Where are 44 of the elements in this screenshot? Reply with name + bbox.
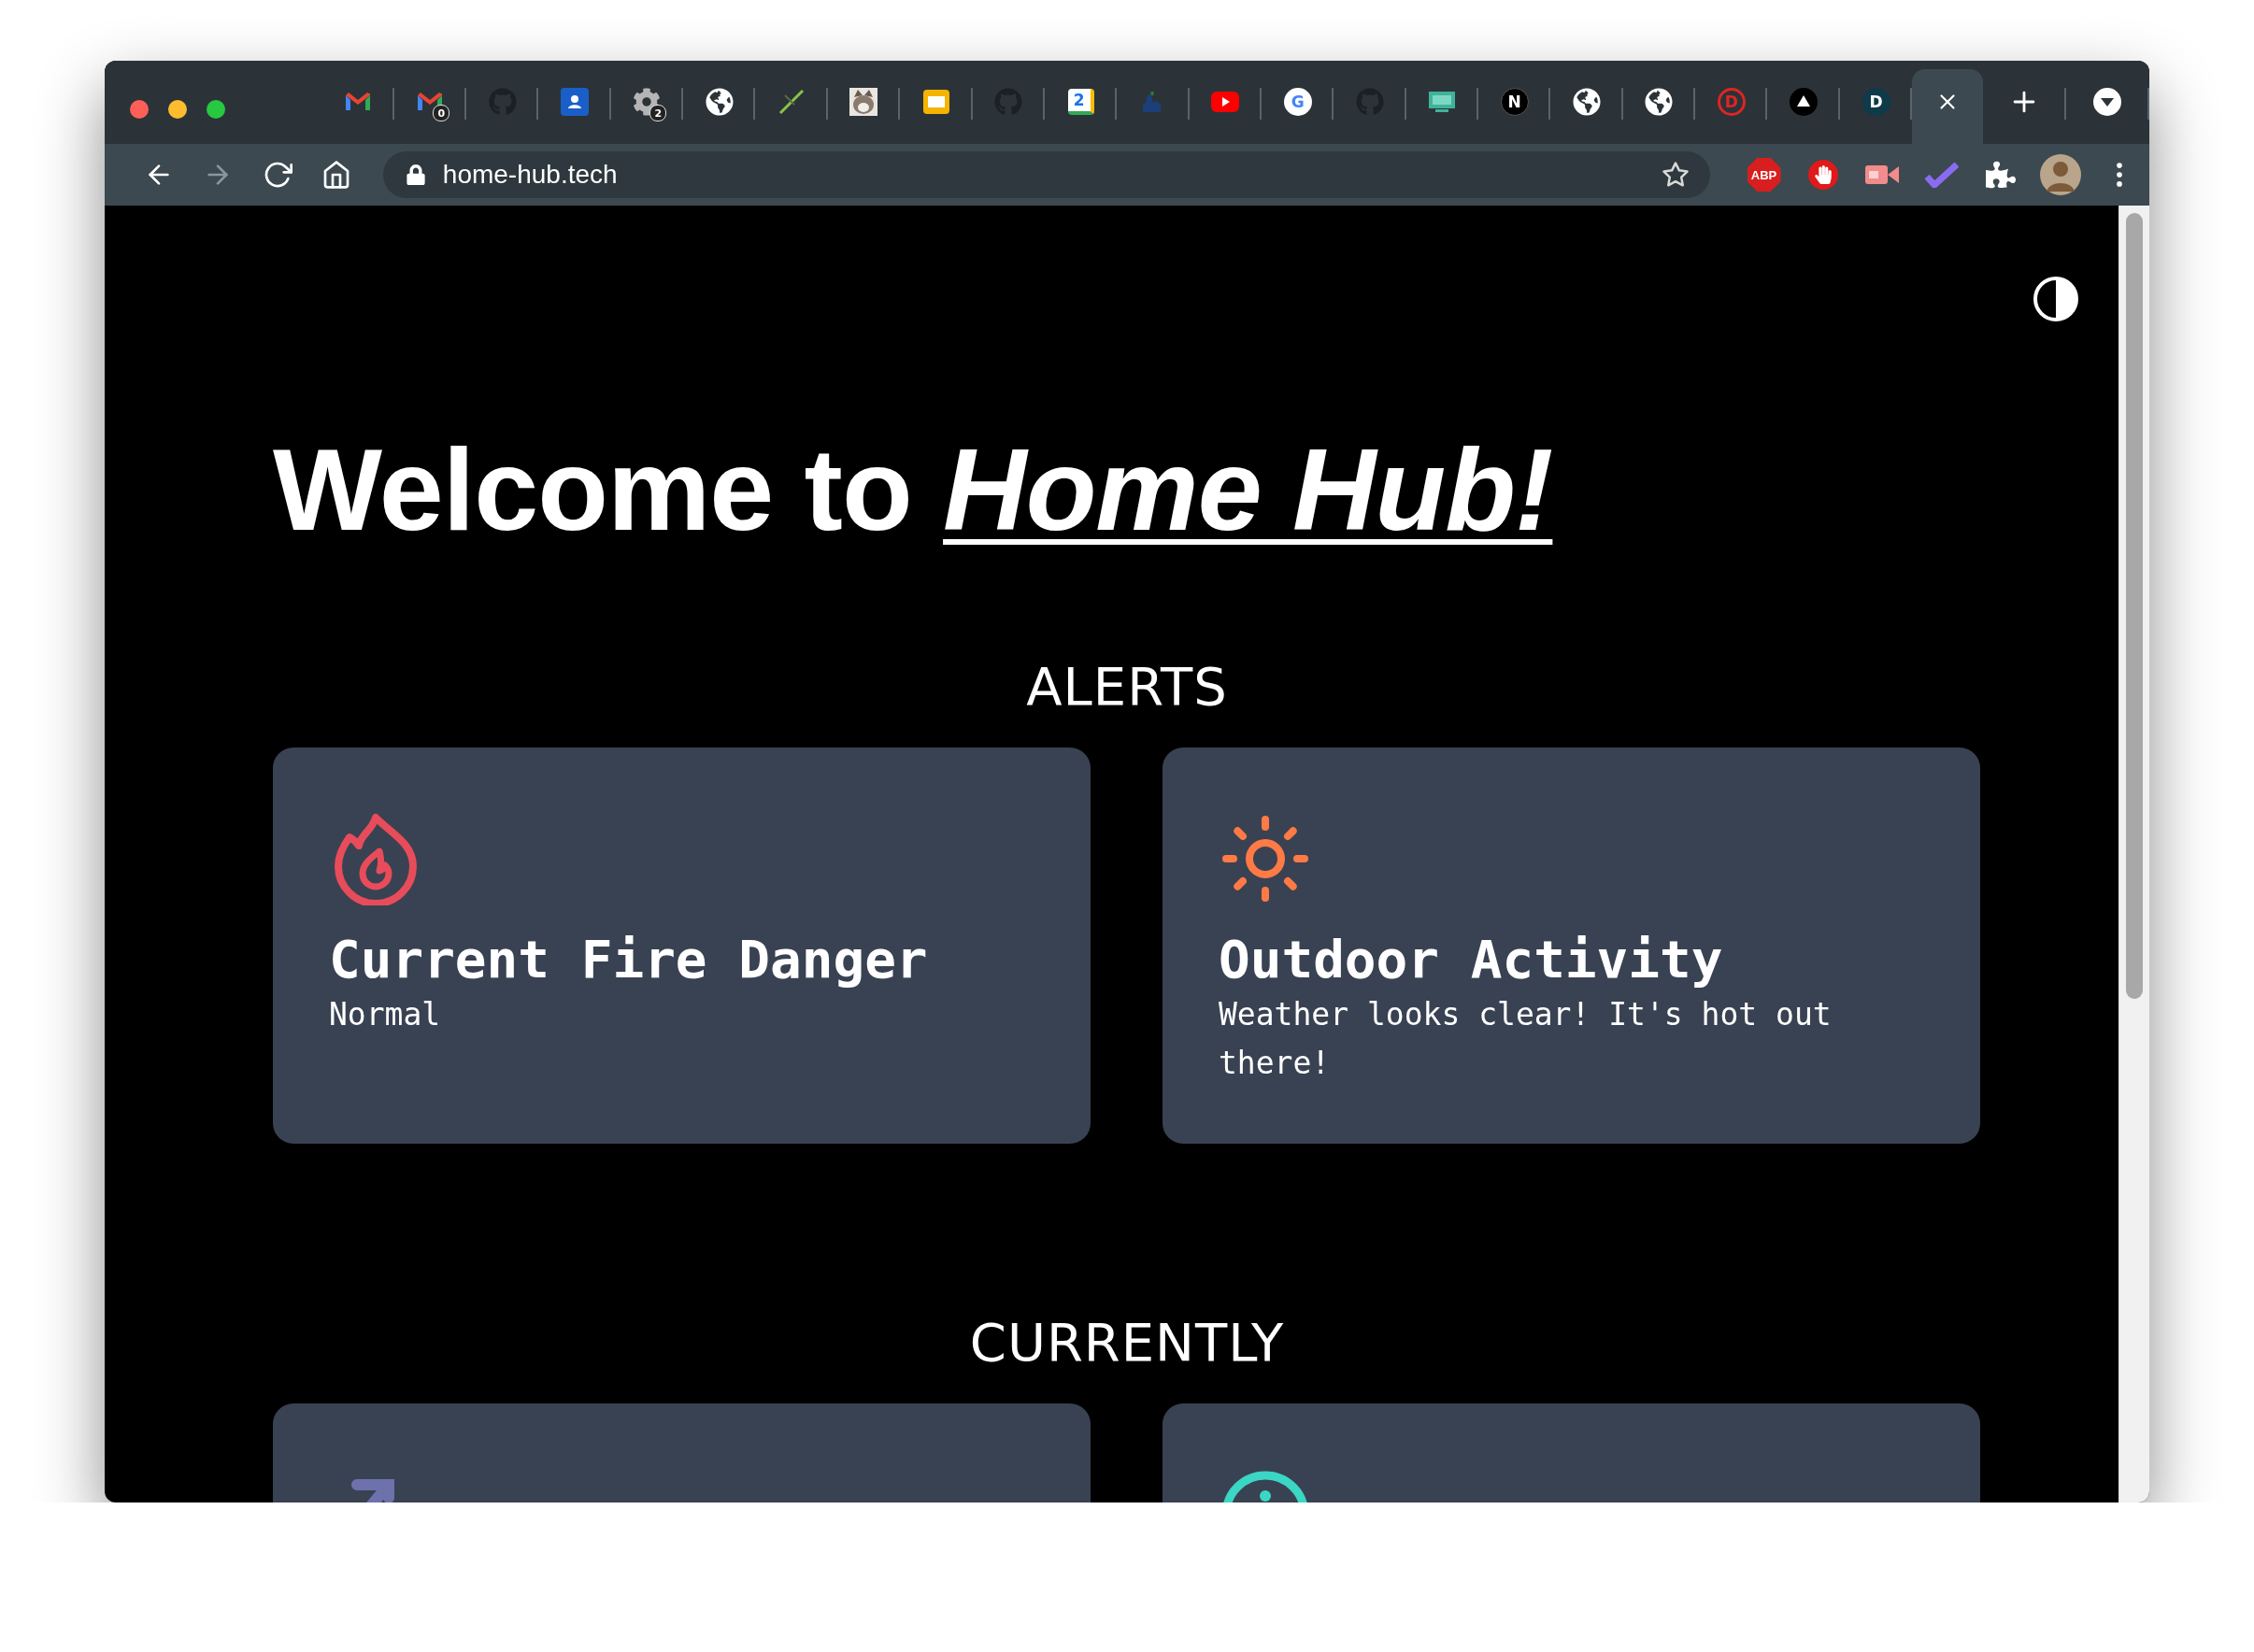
- browser-tab[interactable]: 2: [610, 69, 684, 144]
- zoom-window-button[interactable]: [207, 100, 225, 119]
- puzzle-icon[interactable]: [1986, 160, 2017, 190]
- card-text: Weather looks clear! It's hot out there!: [1219, 995, 1833, 1083]
- globe-icon: [1645, 88, 1674, 116]
- monitor-icon: [1428, 90, 1457, 114]
- lock-icon: [405, 164, 426, 185]
- letter-logo: D: [1717, 88, 1746, 116]
- browser-tab[interactable]: N: [1478, 69, 1551, 144]
- browser-tab[interactable]: G: [1261, 69, 1334, 144]
- section-title: ALERTS: [1025, 655, 1229, 719]
- theme-toggle-icon[interactable]: [2033, 276, 2079, 322]
- url-text: home-hub.tech: [442, 160, 619, 190]
- check-icon[interactable]: [1924, 162, 1959, 188]
- browser-tab[interactable]: 2: [1044, 69, 1118, 144]
- minimize-window-button[interactable]: [168, 100, 187, 119]
- address-bar[interactable]: home-hub.tech: [382, 151, 1710, 198]
- play-icon: [1211, 92, 1240, 112]
- bookmark-star-icon[interactable]: [1662, 161, 1690, 189]
- calendar-icon: 2: [1067, 89, 1094, 115]
- letter-logo: N: [1500, 88, 1529, 116]
- count-badge: 2: [649, 105, 667, 121]
- avatar[interactable]: [2039, 154, 2081, 195]
- close-window-button[interactable]: [130, 100, 149, 119]
- globe-icon: [705, 88, 734, 116]
- slides-icon: [921, 88, 950, 116]
- card-title: Current Fire Danger: [329, 928, 929, 990]
- globe-icon: [1573, 88, 1602, 116]
- page-heading: Welcome to Home Hub!: [273, 424, 1554, 556]
- scrollbar[interactable]: [2118, 206, 2149, 1502]
- mail-icon: [343, 92, 372, 112]
- slash-icon: [777, 88, 806, 116]
- tab-menu-icon[interactable]: [2093, 88, 2122, 116]
- section-title: CURRENTLY: [968, 1311, 1286, 1374]
- scrollbar-thumb[interactable]: [2126, 213, 2143, 999]
- browser-tab[interactable]: 0: [393, 69, 466, 144]
- browser-tab[interactable]: D: [1839, 69, 1913, 144]
- google-logo: G: [1283, 88, 1312, 116]
- card-text: Normal: [329, 995, 442, 1034]
- adblock-icon[interactable]: ABP: [1747, 158, 1781, 192]
- card-title: Outdoor Activity: [1219, 928, 1724, 990]
- contact-card-icon: [561, 88, 590, 116]
- letter-logo: D: [1862, 88, 1890, 116]
- count-badge: 0: [433, 105, 450, 121]
